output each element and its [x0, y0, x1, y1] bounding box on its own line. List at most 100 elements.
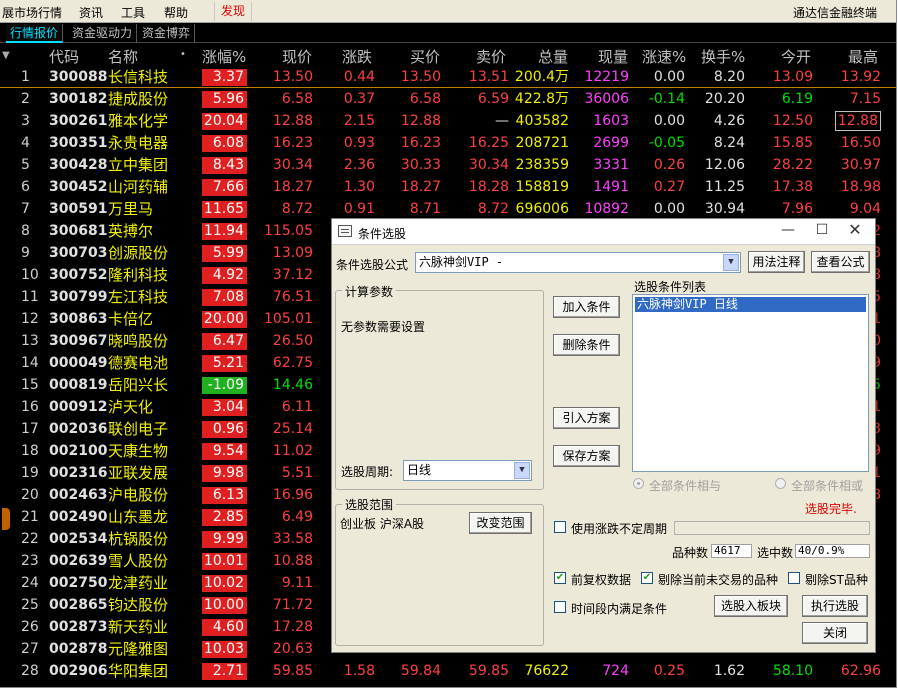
condition-list-item[interactable]: 六脉神剑VIP 日线: [635, 297, 866, 312]
add-to-block-button[interactable]: 选股入板块: [714, 595, 788, 617]
col-high[interactable]: 最高: [848, 46, 878, 67]
cell-n: 9: [21, 245, 30, 261]
cell-name: 雪人股份: [108, 552, 169, 570]
cell-speed: -0.05: [648, 135, 685, 151]
maximize-icon[interactable]: ☐: [807, 222, 837, 238]
col-volume[interactable]: 总量: [538, 46, 568, 67]
chevron-down-icon[interactable]: ▼: [723, 254, 739, 271]
progress-bar: [674, 521, 870, 535]
cell-chg: 0.44: [343, 69, 375, 85]
col-speed[interactable]: 涨速%: [642, 46, 686, 67]
menu-market[interactable]: 展市场行情: [2, 4, 62, 21]
use-period-checkbox[interactable]: [554, 521, 566, 533]
cell-code: 002639: [49, 553, 108, 569]
cell-bid: 8.71: [409, 201, 441, 217]
usage-notes-button[interactable]: 用法注释: [748, 251, 805, 273]
pct-badge: 10.03: [202, 641, 247, 658]
cell-turn: 8.24: [713, 135, 745, 151]
cell-open: 17.38: [772, 179, 813, 195]
table-row[interactable]: 5.96 2 300182 捷成股份 6.58 0.37 6.58 6.59 422.8万 360…: [0, 88, 896, 110]
close-button[interactable]: 关闭: [802, 622, 868, 644]
menu-discover[interactable]: 发现: [214, 2, 253, 21]
radio-all-and[interactable]: [633, 478, 644, 489]
table-row[interactable]: 3.37 1 300088 长信科技 13.50 0.44 13.50 13.51 200.4万…: [0, 66, 896, 88]
cell-high: 12.88: [834, 111, 881, 131]
col-open[interactable]: 今开: [781, 46, 811, 67]
cell-chg: 0.37: [343, 91, 375, 107]
col-turnover[interactable]: 换手%: [701, 46, 745, 67]
pct-badge: 5.21: [202, 355, 247, 372]
cell-n: 16: [21, 399, 39, 415]
cell-ask: —: [495, 113, 509, 129]
menu-tools[interactable]: 工具: [121, 4, 145, 21]
prefq-checkbox[interactable]: ✔: [554, 572, 566, 584]
condition-list[interactable]: 六脉神剑VIP 日线: [632, 294, 869, 472]
cell-name: 山河药辅: [108, 178, 169, 196]
col-change[interactable]: 涨跌: [342, 46, 372, 67]
cell-name: 立中集团: [108, 156, 169, 174]
cell-chg: 1.30: [343, 179, 375, 195]
table-row[interactable]: 6.08 4 300351 永贵电器 16.23 0.93 16.23 16.25 208721…: [0, 132, 896, 154]
cell-code: 002906: [49, 663, 108, 679]
params-text: 无参数需要设置: [341, 320, 426, 334]
col-name[interactable]: 名称: [108, 46, 138, 67]
cell-n: 17: [21, 421, 39, 437]
cell-n: 5: [21, 157, 30, 173]
col-current-volume[interactable]: 现量: [598, 46, 628, 67]
pct-badge: 5.99: [202, 245, 247, 262]
time-segment-checkbox[interactable]: [554, 601, 566, 613]
col-code[interactable]: 代码: [49, 46, 79, 67]
formula-select-value: 六脉神剑VIP -: [419, 255, 504, 269]
period-select[interactable]: 日线 ▼: [403, 460, 532, 481]
table-row[interactable]: 11.65 7 300591 万里马 8.72 0.91 8.71 8.72 696006 108…: [0, 198, 896, 220]
tab-fund-drive[interactable]: 资金驱动力: [68, 24, 138, 43]
menu-news[interactable]: 资讯: [79, 4, 103, 21]
cell-code: 000819: [49, 377, 108, 393]
table-row[interactable]: 8.43 5 300428 立中集团 30.34 2.36 30.33 30.34 238359…: [0, 154, 896, 176]
cell-price: 16.96: [272, 487, 313, 503]
exclude-st-checkbox[interactable]: [788, 572, 800, 584]
import-scheme-button[interactable]: 引入方案: [553, 407, 620, 429]
count-value: 4617: [711, 544, 752, 558]
col-ask[interactable]: 卖价: [476, 46, 506, 67]
cell-ask: 8.72: [477, 201, 509, 217]
formula-select[interactable]: 六脉神剑VIP - ▼: [415, 252, 741, 273]
tab-quotes[interactable]: 行情报价: [6, 24, 64, 43]
change-range-button[interactable]: 改变范围: [469, 512, 532, 534]
cell-price: 37.12: [272, 267, 313, 283]
chevron-down-icon[interactable]: ▼: [514, 462, 530, 479]
close-icon[interactable]: ✕: [840, 220, 870, 239]
run-selection-button[interactable]: 执行选股: [802, 595, 868, 617]
pct-badge: 2.85: [202, 509, 247, 526]
menu-help[interactable]: 帮助: [164, 4, 188, 21]
col-pct[interactable]: 涨幅%: [202, 46, 246, 67]
cell-code: 300703: [49, 245, 108, 261]
col-price[interactable]: 现价: [282, 46, 312, 67]
minimize-icon[interactable]: —: [773, 222, 803, 238]
radio-all-or[interactable]: [775, 478, 786, 489]
col-bid[interactable]: 买价: [410, 46, 440, 67]
radio-all-and-label: 全部条件相与: [649, 479, 722, 493]
cell-high: 13.92: [840, 69, 881, 85]
cell-name: 新天药业: [108, 618, 169, 636]
view-formula-button[interactable]: 查看公式: [811, 251, 870, 273]
cell-open: 58.10: [772, 663, 813, 679]
cell-n: 23: [21, 553, 39, 569]
cell-high: 9.04: [849, 201, 881, 217]
tab-fund-game[interactable]: 资金博弈: [138, 24, 196, 43]
table-row[interactable]: 20.04 3 300261 雅本化学 12.88 2.15 12.88 — 403582 160…: [0, 110, 896, 132]
cell-price: 13.09: [272, 245, 313, 261]
period-label: 选股周期:: [341, 465, 394, 479]
save-scheme-button[interactable]: 保存方案: [553, 445, 620, 467]
table-row[interactable]: 2.71 28 002906 华阳集团 59.85 1.58 59.84 59.85 76622…: [0, 660, 896, 682]
add-condition-button[interactable]: 加入条件: [553, 296, 620, 318]
exclude-untraded-checkbox[interactable]: ✔: [641, 572, 653, 584]
cell-name: 雅本化学: [108, 112, 169, 130]
cell-code: 002316: [49, 465, 108, 481]
cell-vol: 403582: [515, 113, 569, 129]
cell-code: 002036: [49, 421, 108, 437]
delete-condition-button[interactable]: 删除条件: [553, 334, 620, 356]
cell-code: 300088: [49, 69, 108, 85]
table-row[interactable]: 7.66 6 300452 山河药辅 18.27 1.30 18.27 18.28 158819…: [0, 176, 896, 198]
cell-cur: 1603: [593, 113, 629, 129]
